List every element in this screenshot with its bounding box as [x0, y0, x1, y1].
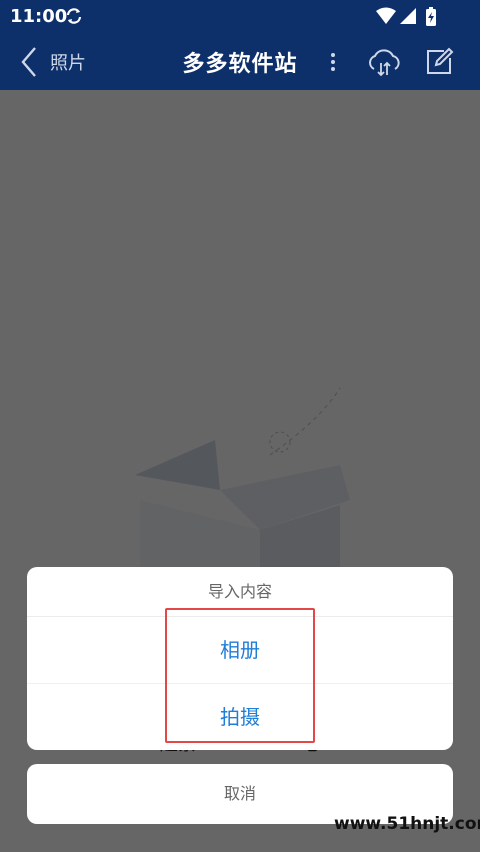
edit-button[interactable]	[422, 45, 456, 79]
status-bar: 11:00	[0, 0, 480, 33]
import-action-sheet: 导入内容 相册 拍摄	[27, 567, 453, 750]
status-icons	[376, 6, 446, 32]
signal-icon	[400, 8, 416, 24]
status-time: 11:00	[10, 6, 68, 27]
back-label: 照片	[50, 53, 86, 74]
watermark: www.51hnjt.com	[334, 814, 480, 834]
album-option[interactable]: 相册	[27, 617, 453, 683]
back-button[interactable]: 照片	[20, 45, 106, 79]
app-bar: 照片 多多软件站	[0, 33, 480, 90]
more-button[interactable]	[323, 47, 343, 77]
cloud-sync-button[interactable]	[364, 45, 404, 79]
sync-icon	[64, 6, 84, 30]
edit-icon	[427, 47, 454, 74]
page-title: 多多软件站	[182, 52, 298, 77]
cloud-sync-icon	[369, 49, 400, 77]
more-vertical-icon	[331, 53, 335, 71]
camera-option[interactable]: 拍摄	[27, 683, 453, 750]
chevron-left-icon	[21, 47, 36, 77]
wifi-icon	[376, 7, 396, 24]
sheet-title: 导入内容	[27, 567, 453, 617]
battery-icon	[426, 7, 436, 26]
